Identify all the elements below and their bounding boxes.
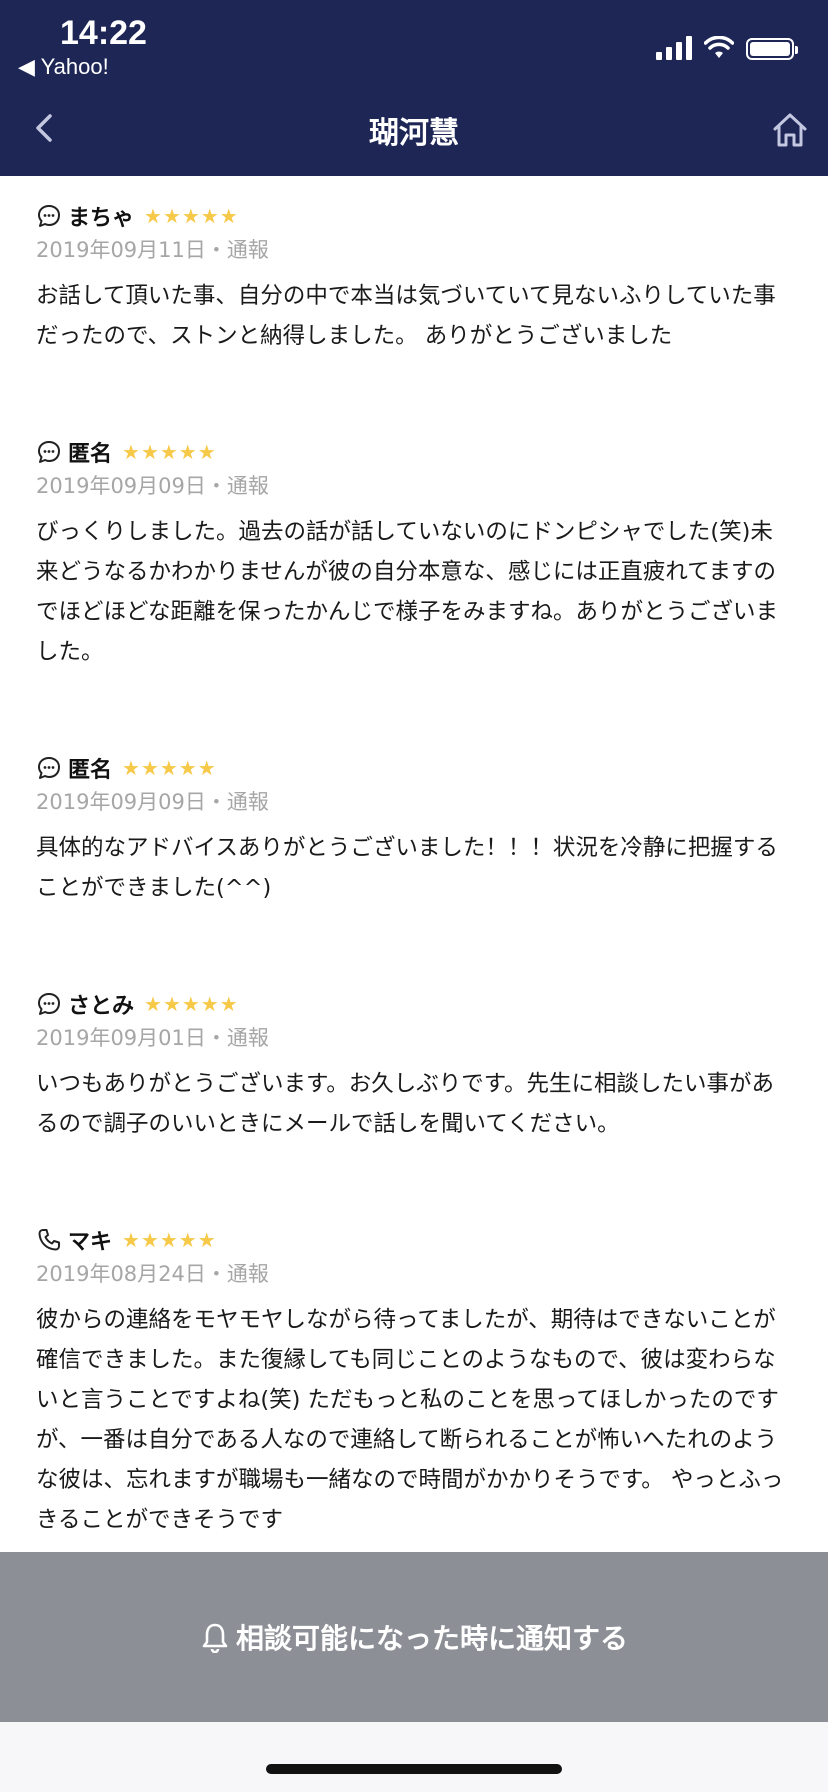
review-meta: 2019年09月11日・通報 bbox=[36, 234, 792, 266]
review-header: まちゃ ★★★★★ bbox=[36, 200, 792, 232]
star-rating: ★★★★★ bbox=[144, 204, 239, 228]
review-item: 匿名 ★★★★★ 2019年09月09日・通報具体的なアドバイスありがとうございまし… bbox=[0, 728, 828, 908]
battery-icon bbox=[746, 38, 798, 60]
review-date: 2019年08月24日 bbox=[36, 1262, 206, 1286]
review-text: お話して頂いた事、自分の中で本当は気づいていて見ないふりしていた事だったので、ス… bbox=[36, 283, 776, 349]
bottom-safe-area bbox=[0, 1722, 828, 1792]
meta-separator: ・ bbox=[205, 790, 227, 814]
review-item: まちゃ ★★★★★ 2019年09月11日・通報お話して頂いた事、自分の中で本当は気… bbox=[0, 176, 828, 356]
page-title: 瑚河慧 bbox=[369, 116, 459, 151]
status-icons bbox=[656, 36, 798, 60]
star-rating: ★★★★★ bbox=[122, 1228, 217, 1252]
cellular-signal-icon bbox=[656, 36, 692, 60]
review-text: いつもありがとうございます。お久しぶりです。先生に相談したい事があるので調子のい… bbox=[36, 1071, 775, 1137]
chat-icon bbox=[36, 991, 62, 1017]
bell-icon bbox=[202, 1623, 228, 1653]
review-text: 彼からの連絡をモヤモヤしながら待ってましたが、期待はできないことが確信できました… bbox=[36, 1307, 784, 1533]
app-header: 14:22 ◀ Yahoo! 瑚河慧 bbox=[0, 0, 828, 176]
chat-icon bbox=[36, 203, 62, 229]
meta-separator: ・ bbox=[205, 1262, 227, 1286]
home-indicator[interactable] bbox=[266, 1764, 562, 1774]
reviewer-name: マキ bbox=[68, 1230, 113, 1255]
review-meta: 2019年08月24日・通報 bbox=[36, 1258, 792, 1290]
wifi-icon bbox=[704, 36, 734, 58]
review-header: マキ ★★★★★ bbox=[36, 1224, 792, 1256]
report-link[interactable]: 通報 bbox=[227, 790, 269, 814]
review-meta: 2019年09月09日・通報 bbox=[36, 470, 792, 502]
reviewer-name: まちゃ bbox=[68, 206, 135, 231]
review-date: 2019年09月09日 bbox=[36, 474, 206, 498]
reviewer-name: 匿名 bbox=[68, 758, 113, 783]
meta-separator: ・ bbox=[205, 1026, 227, 1050]
review-item: マキ ★★★★★ 2019年08月24日・通報彼からの連絡をモヤモヤしながら待ってま… bbox=[0, 1200, 828, 1540]
review-header: 匿名 ★★★★★ bbox=[36, 752, 792, 784]
star-rating: ★★★★★ bbox=[122, 440, 217, 464]
review-meta: 2019年09月01日・通報 bbox=[36, 1022, 792, 1054]
chat-icon bbox=[36, 439, 62, 465]
notify-button[interactable]: 相談可能になった時に通知する bbox=[0, 1552, 828, 1722]
status-time: 14:22 bbox=[60, 14, 147, 52]
review-text: 具体的なアドバイスありがとうございました！！！状況を冷静に把握することができまし… bbox=[36, 835, 778, 901]
meta-separator: ・ bbox=[205, 474, 227, 498]
review-header: さとみ ★★★★★ bbox=[36, 988, 792, 1020]
star-rating: ★★★★★ bbox=[144, 992, 239, 1016]
home-icon[interactable] bbox=[770, 110, 810, 150]
review-meta: 2019年09月09日・通報 bbox=[36, 786, 792, 818]
reviewer-name: 匿名 bbox=[68, 442, 113, 467]
review-date: 2019年09月09日 bbox=[36, 790, 206, 814]
reviewer-name: さとみ bbox=[68, 994, 135, 1019]
report-link[interactable]: 通報 bbox=[227, 238, 269, 262]
review-date: 2019年09月11日 bbox=[36, 238, 206, 262]
review-text: びっくりしました。過去の話が話していないのにドンピシャでした(笑)未来どうなるか… bbox=[36, 519, 779, 665]
notify-button-label: 相談可能になった時に通知する bbox=[235, 1622, 628, 1655]
review-item: さとみ ★★★★★ 2019年09月01日・通報いつもありがとうございます。お久しぶ… bbox=[0, 964, 828, 1144]
star-rating: ★★★★★ bbox=[122, 756, 217, 780]
review-header: 匿名 ★★★★★ bbox=[36, 436, 792, 468]
report-link[interactable]: 通報 bbox=[227, 1262, 269, 1286]
review-item: 匿名 ★★★★★ 2019年09月09日・通報びっくりしました。過去の話が話していな… bbox=[0, 412, 828, 672]
report-link[interactable]: 通報 bbox=[227, 1026, 269, 1050]
report-link[interactable]: 通報 bbox=[227, 474, 269, 498]
phone-icon bbox=[36, 1227, 62, 1253]
review-list: まちゃ ★★★★★ 2019年09月11日・通報 お話して頂いた事、自分の中で本当は気… bbox=[0, 176, 828, 1552]
meta-separator: ・ bbox=[205, 238, 227, 262]
chat-icon bbox=[36, 755, 62, 781]
review-date: 2019年09月01日 bbox=[36, 1026, 206, 1050]
status-back-to-app[interactable]: ◀ Yahoo! bbox=[18, 54, 109, 80]
